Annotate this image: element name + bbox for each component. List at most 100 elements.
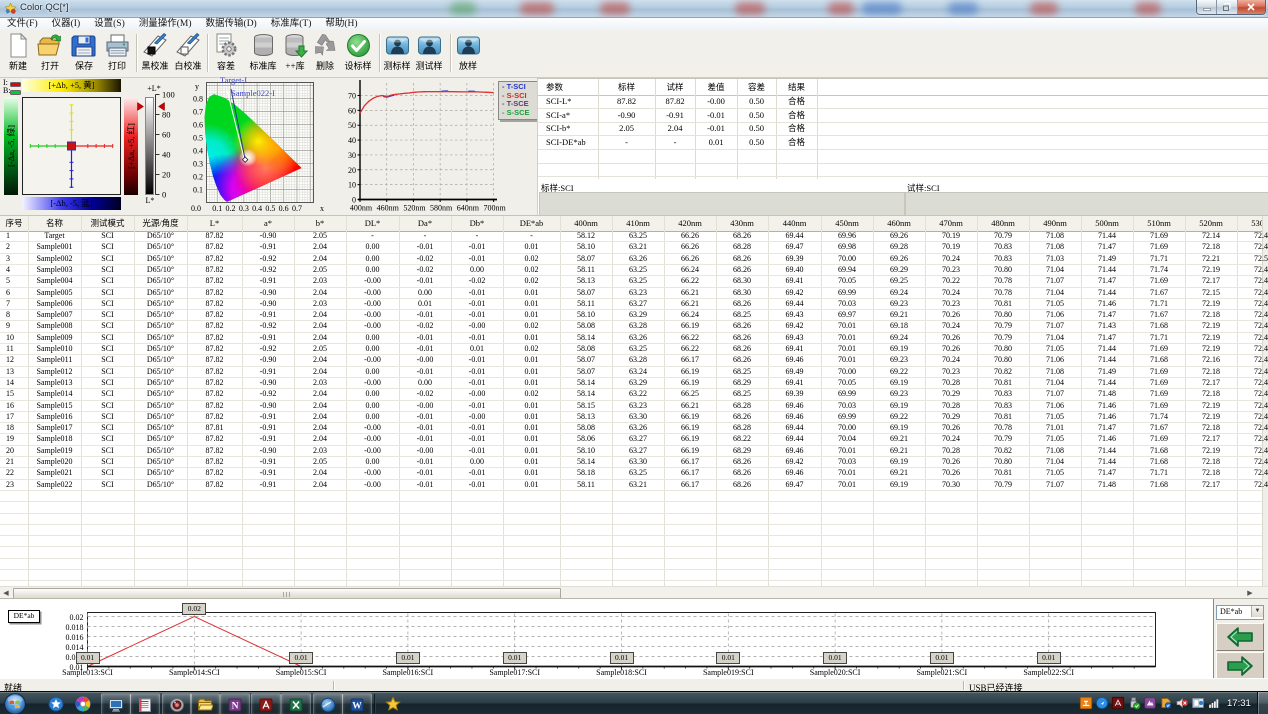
tray-ime[interactable] [1191,696,1205,710]
taskbar-app-notebook[interactable] [130,693,160,714]
column-header-2[interactable]: 名称 [28,216,81,231]
table-row[interactable]: 15Sample014SCID65/10°87.82-0.922.040.00-… [0,388,1268,399]
trend-parameter-dropdown[interactable]: DE*ab ▼ [1216,605,1264,620]
taskbar-app-camera[interactable] [162,693,192,714]
next-sample-button[interactable] [1216,652,1264,680]
menu-item-4[interactable]: 测量操作(M) [132,18,199,30]
table-row[interactable]: 14Sample013SCID65/10°87.82-0.902.03-0.00… [0,377,1268,388]
table-row[interactable]: 20Sample019SCID65/10°87.82-0.902.03-0.00… [0,445,1268,456]
taskbar-extra-yellow-star[interactable] [383,694,403,713]
toolbar-button-load-sample[interactable]: 放样 [446,31,490,75]
column-header-18[interactable]: 460nm [873,216,925,231]
table-row[interactable]: 6Sample005SCID65/10°87.82-0.902.04-0.000… [0,287,1268,298]
menu-item-3[interactable]: 设置(S) [87,18,132,30]
tray-pdf-tray[interactable] [1111,696,1125,710]
taskbar-app-onenote[interactable]: N [220,693,250,714]
quicklaunch-color-wheel[interactable] [73,694,93,713]
column-header-17[interactable]: 450nm [821,216,873,231]
taskbar-app-blue-globe[interactable] [313,693,343,714]
column-header-24[interactable]: 520nm [1185,216,1237,231]
column-header-1[interactable]: 序号 [0,216,28,231]
tray-network[interactable] [1207,696,1221,710]
column-header-8[interactable]: DL* [346,216,399,231]
menu-item-7[interactable]: 帮助(H) [318,18,364,30]
column-header-9[interactable]: Da* [399,216,451,231]
table-row[interactable]: 3Sample002SCID65/10°87.82-0.922.040.00-0… [0,253,1268,264]
tray-muted-speaker[interactable] [1175,696,1189,710]
table-row[interactable]: 9Sample008SCID65/10°87.82-0.922.04-0.00-… [0,320,1268,331]
taskbar-app-pdf[interactable] [251,693,281,714]
column-header-21[interactable]: 490nm [1029,216,1081,231]
column-header-20[interactable]: 480nm [977,216,1029,231]
start-button[interactable] [4,693,26,714]
close-button[interactable] [1238,0,1265,14]
table-row[interactable]: 4Sample003SCID65/10°87.82-0.922.050.00-0… [0,264,1268,275]
toolbar-button-set-standard[interactable]: 设标样 [336,31,380,75]
table-row[interactable]: 17Sample016SCID65/10°87.82-0.912.040.00-… [0,411,1268,422]
table-cell: 58.11 [560,298,612,309]
table-cell: 2.04 [294,332,346,343]
column-header-7[interactable]: b* [294,216,346,231]
show-desktop-button[interactable] [1257,692,1268,714]
table-cell: 0.01 [503,241,560,252]
table-row[interactable]: 18Sample017SCID65/10°87.81-0.912.04-0.00… [0,422,1268,433]
column-header-16[interactable]: 440nm [768,216,821,231]
tray-purple-app[interactable] [1143,696,1157,710]
taskbar-app-computer[interactable] [101,693,131,714]
table-cell: 71.44 [1081,354,1133,365]
param-header: 试样 [655,81,695,94]
table-cell: 72.50 [1237,253,1268,264]
taskbar-app-folder[interactable] [190,693,220,714]
menu-item-5[interactable]: 数据传输(D) [199,18,264,30]
menu-item-1[interactable]: 文件(F) [0,18,45,30]
column-header-6[interactable]: a* [242,216,294,231]
taskbar-app-word[interactable]: W [342,693,372,714]
tray-orange-box[interactable] [1079,696,1093,710]
column-header-14[interactable]: 420nm [664,216,716,231]
table-row[interactable]: 7Sample006SCID65/10°87.82-0.902.03-0.000… [0,298,1268,309]
menu-item-6[interactable]: 标准库(T) [264,18,319,30]
table-row[interactable]: 8Sample007SCID65/10°87.82-0.912.04-0.00-… [0,309,1268,320]
minimize-button[interactable] [1197,0,1217,14]
table-cell: 71.48 [1081,388,1133,399]
column-header-12[interactable]: 400nm [560,216,612,231]
tray-blue-dot[interactable] [1095,696,1109,710]
column-header-11[interactable]: DE*ab [503,216,560,231]
column-header-10[interactable]: Db* [451,216,503,231]
taskbar-clock[interactable]: 17:31 [1227,692,1251,714]
table-row[interactable]: 10Sample009SCID65/10°87.82-0.912.040.00-… [0,332,1268,343]
toolbar-button-measure-trial[interactable]: 测试样 [407,31,451,75]
table-row[interactable]: 23Sample022SCID65/10°87.82-0.912.04-0.00… [0,479,1268,490]
table-row[interactable]: 5Sample004SCID65/10°87.82-0.912.03-0.00-… [0,275,1268,286]
table-cell: D65/10° [134,445,187,456]
table-cell: D65/10° [134,309,187,320]
column-header-19[interactable]: 470nm [925,216,977,231]
dropdown-arrow-icon[interactable]: ▼ [1251,606,1263,617]
column-header-13[interactable]: 410nm [612,216,664,231]
table-row[interactable]: 2Sample001SCID65/10°87.82-0.912.040.00-0… [0,241,1268,252]
previous-sample-button[interactable] [1216,623,1264,651]
tray-usb[interactable] [1127,696,1141,710]
table-row[interactable]: 16Sample015SCID65/10°87.82-0.902.040.00-… [0,400,1268,411]
tray-security[interactable] [1159,696,1173,710]
table-cell: 66.19 [664,433,716,444]
svg-text:60: 60 [348,106,356,115]
quicklaunch-blue-star[interactable] [46,694,66,713]
column-header-23[interactable]: 510nm [1133,216,1185,231]
column-header-22[interactable]: 500nm [1081,216,1133,231]
menu-item-2[interactable]: 仪器(I) [45,18,88,30]
taskbar-app-excel[interactable] [281,693,311,714]
restore-button[interactable] [1217,0,1237,14]
column-header-5[interactable]: L* [187,216,242,231]
column-header-4[interactable]: 光源/角度 [134,216,187,231]
table-row[interactable]: 19Sample018SCID65/10°87.82-0.912.04-0.00… [0,433,1268,444]
column-header-3[interactable]: 测试模式 [81,216,134,231]
table-row[interactable]: 13Sample012SCID65/10°87.82-0.912.040.00-… [0,366,1268,377]
table-cell: 0.02 [503,343,560,354]
table-row[interactable]: 22Sample021SCID65/10°87.82-0.912.04-0.00… [0,467,1268,478]
table-row[interactable]: 21Sample020SCID65/10°87.82-0.912.050.00-… [0,456,1268,467]
table-row[interactable]: 1TargetSCID65/10°87.82-0.902.05----58.12… [0,230,1268,241]
table-row[interactable]: 12Sample011SCID65/10°87.82-0.902.04-0.00… [0,354,1268,365]
column-header-15[interactable]: 430nm [716,216,768,231]
table-row[interactable]: 11Sample010SCID65/10°87.82-0.922.050.00-… [0,343,1268,354]
